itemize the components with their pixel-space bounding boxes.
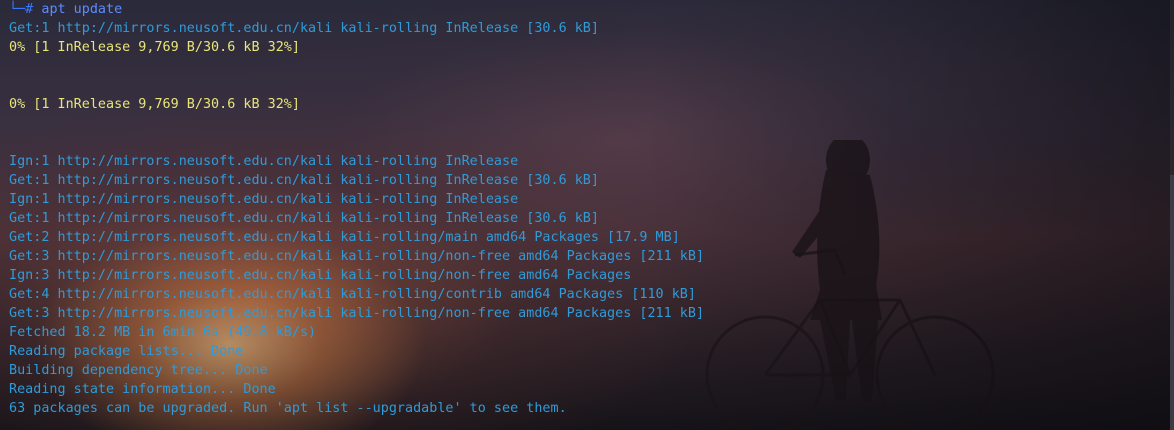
output-line: Get:1 http://mirrors.neusoft.edu.cn/kali… — [9, 21, 599, 36]
command-prompt-line: └─# apt update — [9, 0, 1159, 19]
output-line: Reading state information... Done — [9, 382, 276, 397]
output-line: Fetched 18.2 MB in 6min 6s (49.8 kB/s) — [9, 325, 317, 340]
output-line: Get:3 http://mirrors.neusoft.edu.cn/kali… — [9, 306, 705, 321]
prompt-symbol: # — [25, 2, 34, 17]
output-line: 0% [1 InRelease 9,769 B/30.6 kB 32%] — [9, 97, 300, 112]
prompt-corner: └─ — [9, 2, 26, 17]
output-line: Get:1 http://mirrors.neusoft.edu.cn/kali… — [9, 173, 599, 188]
output-line: Get:2 http://mirrors.neusoft.edu.cn/kali… — [9, 230, 680, 245]
output-line: Reading package lists... Done — [9, 344, 244, 359]
output-line: Get:4 http://mirrors.neusoft.edu.cn/kali… — [9, 287, 696, 302]
terminal-output[interactable]: └─# apt update Get:1 http://mirrors.neus… — [9, 0, 1159, 418]
output-line: 63 packages can be upgraded. Run 'apt li… — [9, 401, 567, 416]
output-line: Ign:3 http://mirrors.neusoft.edu.cn/kali… — [9, 268, 632, 283]
output-line: Get:3 http://mirrors.neusoft.edu.cn/kali… — [9, 249, 705, 264]
command-text: apt update — [41, 2, 123, 17]
output-line: Get:1 http://mirrors.neusoft.edu.cn/kali… — [9, 211, 599, 226]
output-lines: Get:1 http://mirrors.neusoft.edu.cn/kali… — [9, 19, 1159, 418]
scrollbar-thumb[interactable] — [1170, 175, 1174, 430]
output-line: 0% [1 InRelease 9,769 B/30.6 kB 32%] — [9, 40, 300, 55]
output-line: Ign:1 http://mirrors.neusoft.edu.cn/kali… — [9, 192, 519, 207]
output-line: Building dependency tree... Done — [9, 363, 268, 378]
output-line: Ign:1 http://mirrors.neusoft.edu.cn/kali… — [9, 154, 519, 169]
